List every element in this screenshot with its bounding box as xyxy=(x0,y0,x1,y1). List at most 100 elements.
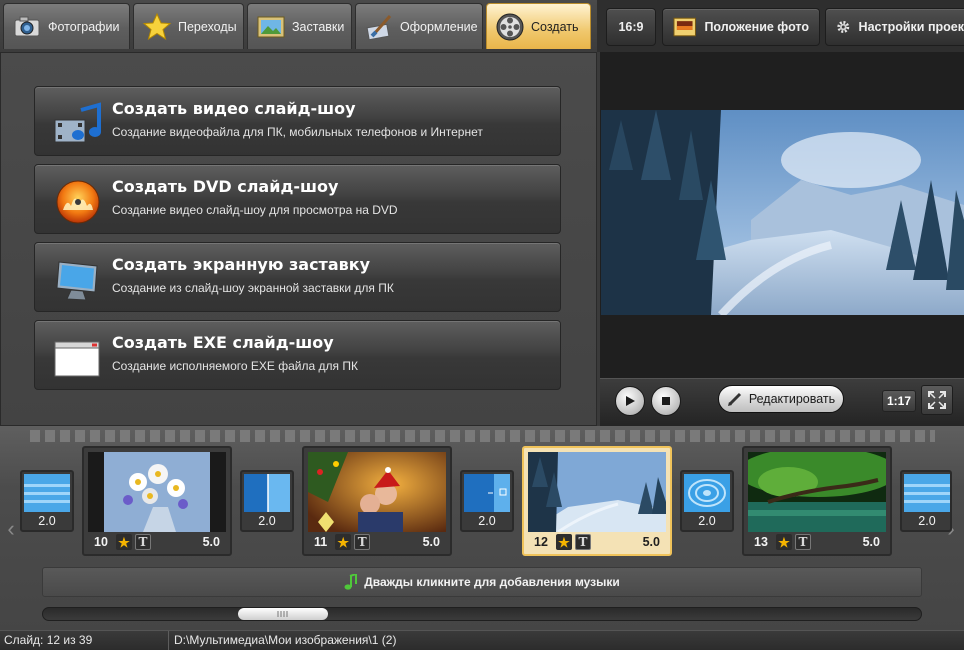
transition-duration: 2.0 xyxy=(918,514,936,528)
star-icon[interactable]: ★ xyxy=(335,534,352,550)
duration-readout: 1:17 xyxy=(882,390,916,412)
create-video-slideshow-button[interactable]: Создать видео слайд-шоу Создание видеофа… xyxy=(34,86,561,156)
photo-position-button[interactable]: Положение фото xyxy=(662,8,820,46)
gear-icon xyxy=(837,21,850,33)
aspect-ratio-label: 16:9 xyxy=(618,20,644,34)
text-icon[interactable]: T xyxy=(574,534,591,550)
photo-frame-icon xyxy=(673,17,696,37)
tab-label: Переходы xyxy=(178,19,237,34)
create-option-title: Создать экранную заставку xyxy=(112,255,371,274)
slide-counter: Слайд: 12 из 39 xyxy=(4,633,93,647)
project-settings-button[interactable]: Настройки проек xyxy=(825,8,964,46)
create-option-subtitle: Создание видеофайла для ПК, мобильных те… xyxy=(112,125,483,139)
edit-button-label: Редактировать xyxy=(748,392,836,406)
stop-icon xyxy=(662,397,670,405)
slide-footer: 10 ★ T 5.0 xyxy=(88,532,226,552)
music-hint-label: Дважды кликните для добавления музыки xyxy=(364,575,620,589)
monitor-icon xyxy=(56,261,98,301)
play-icon xyxy=(626,396,635,406)
tab-label: Фотографии xyxy=(48,19,120,34)
slide-number: 10 xyxy=(94,535,108,549)
create-option-subtitle: Создание видео слайд-шоу для просмотра н… xyxy=(112,203,398,217)
text-icon[interactable]: T xyxy=(134,534,151,550)
tab-transitions[interactable]: Переходы xyxy=(133,3,244,49)
text-icon[interactable]: T xyxy=(794,534,811,550)
slide-thumbnail xyxy=(308,452,446,532)
transition-duration: 2.0 xyxy=(698,514,716,528)
tab-design[interactable]: Оформление xyxy=(355,3,483,49)
project-settings-label: Настройки проек xyxy=(858,20,964,34)
slide-number: 11 xyxy=(314,535,328,549)
timeline-slide-10[interactable]: 10 ★ T 5.0 xyxy=(82,446,232,556)
screensaver-picture-icon xyxy=(257,16,285,37)
timeline-slide-12[interactable]: 12 ★ T 5.0 xyxy=(522,446,672,556)
transition-tile[interactable]: 2.0 xyxy=(900,470,952,532)
aspect-ratio-button[interactable]: 16:9 xyxy=(606,8,656,46)
fullscreen-icon xyxy=(928,391,946,409)
status-bar: Слайд: 12 из 39 D:\Мультимедиа\Мои изобр… xyxy=(0,630,964,650)
transition-thumbnail xyxy=(684,474,730,512)
tab-label: Создать xyxy=(531,19,579,34)
slide-footer: 12 ★ T 5.0 xyxy=(528,532,666,552)
timeline-scroll-left-arrow[interactable]: ‹ xyxy=(4,515,18,543)
create-option-subtitle: Создание из слайд-шоу экранной заставки … xyxy=(112,281,394,295)
slide-number: 12 xyxy=(534,535,548,549)
transition-thumbnail xyxy=(904,474,950,512)
create-screensaver-button[interactable]: Создать экранную заставку Создание из сл… xyxy=(34,242,561,312)
slide-duration: 5.0 xyxy=(642,535,660,549)
play-button[interactable] xyxy=(615,386,645,416)
transition-duration: 2.0 xyxy=(478,514,496,528)
tab-photos[interactable]: Фотографии xyxy=(3,3,130,49)
transition-thumbnail xyxy=(24,474,70,512)
music-track[interactable]: Дважды кликните для добавления музыки xyxy=(42,567,922,597)
duration-value: 1:17 xyxy=(886,394,912,408)
timeline-scrollbar[interactable] xyxy=(42,607,922,621)
create-option-title: Создать видео слайд-шоу xyxy=(112,99,356,118)
exe-window-icon xyxy=(54,341,100,377)
photo-position-label: Положение фото xyxy=(704,20,809,34)
music-note-icon xyxy=(344,574,358,590)
tab-screensavers[interactable]: Заставки xyxy=(247,3,352,49)
photos-icon xyxy=(14,16,40,36)
star-icon[interactable]: ★ xyxy=(775,534,792,550)
slide-thumbnail xyxy=(88,452,226,532)
star-icon[interactable]: ★ xyxy=(555,534,572,550)
slide-thumbnail xyxy=(748,452,886,532)
preview-image xyxy=(601,110,964,315)
slide-footer: 11 ★ T 5.0 xyxy=(308,532,446,552)
timeline-slide-13[interactable]: 13 ★ T 5.0 xyxy=(742,446,892,556)
text-icon[interactable]: T xyxy=(354,534,371,550)
slide-duration: 5.0 xyxy=(862,535,880,549)
star-icon[interactable]: ★ xyxy=(115,534,132,550)
create-option-title: Создать EXE слайд-шоу xyxy=(112,333,334,352)
slide-thumbnail xyxy=(528,452,666,532)
slide-number: 13 xyxy=(754,535,768,549)
transition-tile[interactable]: 2.0 xyxy=(240,470,294,532)
slide-duration: 5.0 xyxy=(422,535,440,549)
timeline-scroll-thumb[interactable] xyxy=(238,608,328,620)
fullscreen-button[interactable] xyxy=(921,385,953,415)
transition-duration: 2.0 xyxy=(38,514,56,528)
star-icon xyxy=(142,12,172,40)
create-dvd-slideshow-button[interactable]: Создать DVD слайд-шоу Создание видео сла… xyxy=(34,164,561,234)
film-reel-icon xyxy=(496,13,524,40)
video-music-icon xyxy=(54,102,101,143)
status-divider xyxy=(168,631,169,650)
edit-button[interactable]: Редактировать xyxy=(718,385,844,413)
transition-tile[interactable]: 2.0 xyxy=(680,470,734,532)
create-option-title: Создать DVD слайд-шоу xyxy=(112,177,339,196)
grip-icon xyxy=(277,611,288,617)
file-path: D:\Мультимедиа\Мои изображения\1 (2) xyxy=(174,633,397,647)
timeline-slide-11[interactable]: 11 ★ T 5.0 xyxy=(302,446,452,556)
dvd-disc-icon xyxy=(56,180,100,224)
tab-label: Оформление xyxy=(400,19,478,34)
tab-label: Заставки xyxy=(292,19,345,34)
stop-button[interactable] xyxy=(651,386,681,416)
transition-tile[interactable]: 2.0 xyxy=(20,470,74,532)
transition-tile[interactable]: 2.0 xyxy=(460,470,514,532)
transition-duration: 2.0 xyxy=(258,514,276,528)
create-exe-slideshow-button[interactable]: Создать EXE слайд-шоу Создание исполняем… xyxy=(34,320,561,390)
tab-create[interactable]: Создать xyxy=(486,3,591,49)
film-perforation xyxy=(30,430,935,442)
slide-footer: 13 ★ T 5.0 xyxy=(748,532,886,552)
